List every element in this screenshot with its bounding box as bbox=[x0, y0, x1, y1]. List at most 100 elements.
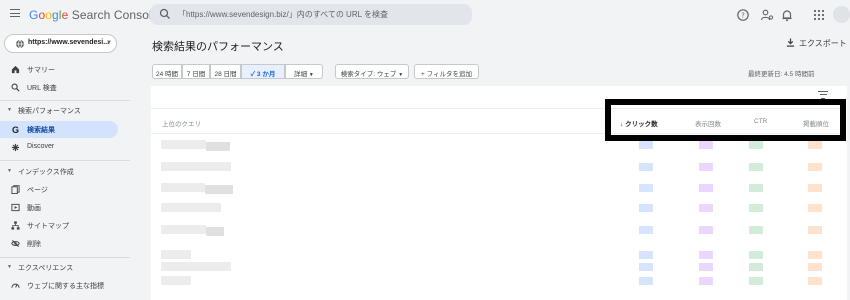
check-icon: ✓ bbox=[250, 71, 256, 78]
sidebar-item-core-web-vitals[interactable]: ウェブに関する主な指標 bbox=[0, 277, 118, 294]
redacted-metric bbox=[639, 226, 653, 234]
app-logo[interactable]: Google Search Console bbox=[29, 8, 159, 22]
redacted-query bbox=[161, 203, 221, 212]
sidebar-item-sitemaps[interactable]: サイトマップ bbox=[0, 217, 118, 234]
chip-label: 検索タイプ: ウェブ bbox=[340, 71, 397, 78]
sidebar-item-label: サイトマップ bbox=[27, 223, 69, 230]
redacted-query bbox=[161, 183, 205, 192]
help-icon[interactable]: ? bbox=[736, 8, 750, 22]
export-button[interactable]: エクスポート bbox=[786, 38, 847, 49]
caret-down-icon: ▼ bbox=[106, 40, 112, 46]
manage-users-icon[interactable] bbox=[760, 8, 774, 22]
video-icon bbox=[11, 203, 20, 212]
sidebar-item-label: ウェブに関する主な指標 bbox=[27, 283, 104, 290]
redacted-metric bbox=[808, 184, 822, 192]
redacted-query bbox=[161, 276, 191, 285]
hidden-eye-icon bbox=[11, 239, 20, 248]
download-icon bbox=[786, 38, 795, 47]
notifications-icon[interactable] bbox=[780, 8, 794, 22]
query-column-header[interactable]: 上位のクエリ bbox=[162, 118, 201, 128]
sidebar-item-label: URL 検査 bbox=[27, 85, 57, 92]
sidebar-item-url-inspection[interactable]: URL 検査 bbox=[0, 79, 118, 96]
table-row[interactable] bbox=[151, 203, 847, 225]
asterisk-icon bbox=[11, 143, 20, 152]
search-placeholder: 「https://www.sevendesign.biz/」内のすべての URL… bbox=[178, 10, 388, 19]
sidebar-item-pages[interactable]: ページ bbox=[0, 181, 118, 198]
redacted-metric bbox=[749, 184, 763, 192]
date-chip-3m[interactable]: ✓ 3 か月 bbox=[241, 64, 285, 79]
table-row[interactable] bbox=[151, 276, 847, 298]
sidebar-item-removals[interactable]: 削除 bbox=[0, 235, 118, 252]
section-label: インデックス作成 bbox=[18, 169, 74, 176]
table-row[interactable] bbox=[151, 225, 847, 247]
redacted-query bbox=[205, 185, 233, 194]
date-chip-7d[interactable]: 7 日間 bbox=[182, 64, 210, 79]
redacted-query bbox=[161, 140, 206, 149]
table-row[interactable] bbox=[151, 162, 847, 184]
redacted-metric bbox=[749, 263, 763, 271]
redacted-query bbox=[161, 262, 231, 271]
section-indexing[interactable]: ▼ インデックス作成 bbox=[0, 165, 120, 179]
google-g-icon: G bbox=[12, 125, 19, 134]
url-inspect-search[interactable]: 「https://www.sevendesign.biz/」内のすべての URL… bbox=[150, 4, 472, 25]
queries-card: 上位のクエリ ↓ クリック数 表示回数 CTR 掲載順位 bbox=[151, 86, 847, 300]
property-label: https://www.sevendesi... bbox=[28, 39, 110, 46]
sidebar-item-video[interactable]: 動画 bbox=[0, 199, 118, 216]
apps-grid-icon[interactable] bbox=[812, 8, 826, 22]
svg-text:?: ? bbox=[741, 12, 745, 20]
redacted-metric bbox=[699, 277, 713, 285]
chip-label: 3 か月 bbox=[256, 71, 276, 78]
sidebar-item-discover[interactable]: Discover bbox=[0, 139, 118, 156]
export-label: エクスポート bbox=[799, 39, 847, 48]
globe-icon bbox=[16, 39, 24, 49]
redacted-metric bbox=[699, 184, 713, 192]
last-updated: 最終更新日: 4.5 時間前 bbox=[748, 71, 815, 78]
divider bbox=[0, 100, 130, 101]
table-row[interactable] bbox=[151, 140, 847, 162]
redacted-metric bbox=[749, 251, 763, 259]
section-search-performance[interactable]: ▼ 検索パフォーマンス bbox=[0, 104, 120, 118]
divider bbox=[0, 160, 130, 161]
sidebar-item-summary[interactable]: サマリー bbox=[0, 61, 118, 78]
speed-gauge-icon bbox=[11, 283, 20, 288]
redacted-query bbox=[161, 225, 206, 234]
collapse-arrow-icon: ▼ bbox=[7, 168, 12, 174]
redacted-metric bbox=[639, 141, 653, 149]
divider bbox=[0, 257, 130, 258]
table-row[interactable] bbox=[151, 183, 847, 205]
section-label: 検索パフォーマンス bbox=[18, 108, 81, 115]
collapse-arrow-icon: ▼ bbox=[7, 107, 12, 113]
pages-icon bbox=[11, 185, 20, 194]
menu-icon[interactable] bbox=[10, 9, 20, 17]
sidebar-item-label: ページ bbox=[27, 187, 48, 194]
property-selector[interactable]: https://www.sevendesi... ▼ bbox=[4, 34, 117, 53]
date-chip-28d[interactable]: 28 日間 bbox=[210, 64, 241, 79]
search-type-chip[interactable]: 検索タイプ: ウェブ ▼ bbox=[335, 64, 409, 79]
redacted-metric bbox=[808, 277, 822, 285]
redacted-metric bbox=[699, 141, 713, 149]
sidebar-item-search-results[interactable]: G 検索結果 bbox=[0, 121, 118, 138]
redacted-query bbox=[206, 142, 230, 151]
caret-down-icon: ▼ bbox=[308, 72, 314, 78]
search-icon bbox=[11, 83, 20, 92]
redacted-metric bbox=[699, 163, 713, 171]
sidebar-item-label: 検索結果 bbox=[27, 127, 55, 134]
date-chip-custom[interactable]: 詳細 ▼ bbox=[285, 64, 323, 79]
redacted-metric bbox=[639, 277, 653, 285]
redacted-metric bbox=[808, 263, 822, 271]
add-filter-chip[interactable]: + フィルタを追加 bbox=[414, 64, 479, 79]
page-title: 検索結果のパフォーマンス bbox=[152, 41, 284, 53]
sidebar-item-label: Discover bbox=[27, 143, 55, 150]
redacted-metric bbox=[808, 226, 822, 234]
sitemap-icon bbox=[11, 221, 20, 230]
redacted-metric bbox=[699, 204, 713, 212]
date-chip-24h[interactable]: 24 時間 bbox=[152, 64, 182, 79]
account-avatar[interactable] bbox=[833, 6, 850, 23]
redacted-metric bbox=[749, 226, 763, 234]
redacted-metric bbox=[639, 184, 653, 192]
highlight-box bbox=[605, 99, 846, 141]
redacted-metric bbox=[808, 251, 822, 259]
filter-rows-icon[interactable] bbox=[818, 91, 828, 99]
redacted-query bbox=[161, 162, 231, 171]
section-experience[interactable]: ▼ エクスペリエンス bbox=[0, 261, 120, 275]
